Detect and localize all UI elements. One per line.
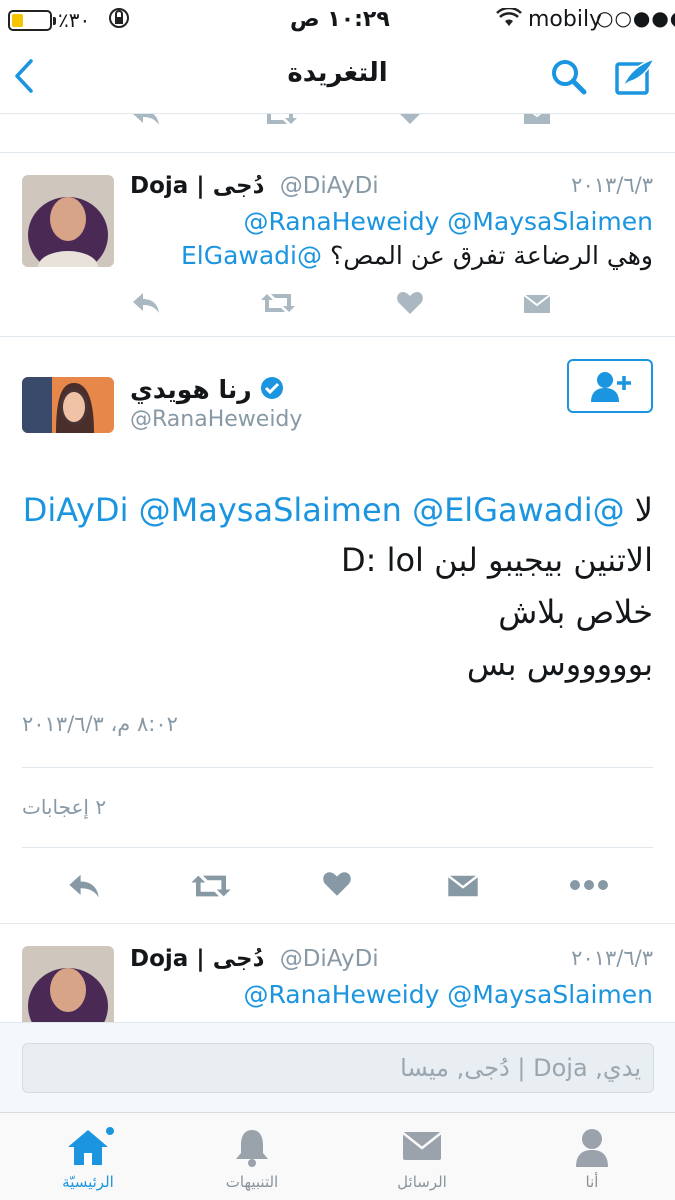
- tab-notifications[interactable]: التنبيهات: [192, 1113, 312, 1200]
- retweet-icon[interactable]: [190, 871, 232, 905]
- reply-icon[interactable]: [66, 871, 102, 905]
- battery-percent: ٪٣٠: [58, 8, 91, 32]
- home-icon: [64, 1127, 114, 1171]
- message-icon[interactable]: [522, 293, 552, 319]
- tab-label: التنبيهات: [225, 1173, 279, 1191]
- tweet-mentions[interactable]: @RanaHeweidy @MaysaSlaimen: [243, 207, 653, 236]
- lock-rotation-icon: [108, 6, 130, 36]
- tab-me[interactable]: أنا: [532, 1113, 652, 1200]
- author-handle[interactable]: @DiAyDi: [280, 173, 379, 199]
- author-handle[interactable]: @RanaHeweidy: [130, 407, 302, 432]
- tweet-date: ٢٠١٣/٦/٣: [571, 173, 653, 197]
- carrier-name: mobily: [528, 7, 603, 32]
- previous-tweet-actions: [0, 114, 675, 132]
- tweet-timestamp: ٨:٠٢ م، ٢٠١٣/٦/٣: [22, 712, 178, 736]
- user-icon: [574, 1127, 610, 1171]
- more-options-icon[interactable]: [568, 877, 610, 896]
- reply-composer: [0, 1022, 675, 1112]
- tab-label: أنا: [585, 1173, 599, 1191]
- tweet-word: لا: [634, 491, 653, 529]
- retweet-icon[interactable]: [262, 114, 298, 132]
- wifi-icon: [496, 6, 522, 34]
- nav-bar: التغريدة: [0, 40, 675, 114]
- tweet-item[interactable]: Doja | دُجى @DiAyDi ٢٠١٣/٦/٣ @RanaHeweid…: [0, 924, 675, 1022]
- avatar[interactable]: [22, 377, 114, 433]
- verified-badge-icon: [260, 376, 284, 406]
- tab-label: الرسائل: [397, 1173, 447, 1191]
- add-user-icon: [589, 370, 635, 408]
- tweet-date: ٢٠١٣/٦/٣: [571, 946, 653, 970]
- search-icon[interactable]: [550, 58, 588, 100]
- avatar[interactable]: [22, 175, 114, 267]
- like-icon[interactable]: [396, 290, 424, 320]
- author-name[interactable]: Doja | دُجى: [130, 173, 264, 199]
- focused-tweet: رنا هويدي @RanaHeweidy لا @DiAyDi @Maysa…: [0, 337, 675, 923]
- tweet-text-line: بوووووس بس: [466, 645, 653, 683]
- battery-icon: [8, 10, 56, 31]
- follow-button[interactable]: [567, 359, 653, 413]
- retweet-icon[interactable]: [260, 290, 296, 320]
- tweet-mentions[interactable]: @RanaHeweidy @MaysaSlaimen: [243, 980, 653, 1009]
- message-icon[interactable]: [522, 114, 552, 130]
- signal-strength: ○○●●●: [596, 6, 675, 30]
- tab-label: الرئيسيّة: [62, 1173, 114, 1191]
- status-bar: ٪٣٠ ١٠:٢٩ ص mobily ○○●●●: [0, 0, 675, 40]
- tweet-text-line: الاتنين بيجيبو لبن D: lol: [340, 541, 653, 579]
- tweet-text-body: وهي الرضاعة تفرق عن المص؟: [329, 241, 653, 270]
- author-handle[interactable]: @DiAyDi: [280, 946, 379, 972]
- likes-count[interactable]: ٢ إعجابات: [22, 795, 106, 819]
- author-name-row[interactable]: رنا هويدي: [130, 375, 284, 406]
- envelope-icon: [402, 1131, 442, 1165]
- author-name[interactable]: رنا هويدي: [130, 375, 252, 404]
- like-icon[interactable]: [322, 870, 352, 902]
- tweet-text-line: خلاص بلاش: [498, 593, 653, 631]
- tab-messages[interactable]: الرسائل: [362, 1113, 482, 1200]
- bell-icon: [234, 1127, 270, 1171]
- tweet-text-line: لا @DiAyDi @MaysaSlaimen @ElGawadi: [23, 491, 653, 529]
- tab-bar: الرئيسيّة التنبيهات الرسائل أنا: [0, 1112, 675, 1200]
- tab-home[interactable]: الرئيسيّة: [28, 1113, 148, 1200]
- compose-tweet-icon[interactable]: [614, 56, 658, 100]
- tweet-mention[interactable]: @ElGawadi: [181, 241, 322, 270]
- clock: ١٠:٢٩ ص: [290, 7, 390, 32]
- reply-icon[interactable]: [130, 114, 162, 132]
- avatar[interactable]: [22, 946, 114, 1022]
- reply-input[interactable]: [22, 1043, 654, 1093]
- message-icon[interactable]: [446, 873, 480, 903]
- reply-icon[interactable]: [130, 290, 162, 320]
- author-name[interactable]: Doja | دُجى: [130, 946, 264, 972]
- tweet-item[interactable]: Doja | دُجى @DiAyDi ٢٠١٣/٦/٣ @RanaHeweid…: [0, 153, 675, 335]
- tweet-text: وهي الرضاعة تفرق عن المص؟ @ElGawadi: [181, 241, 653, 270]
- like-icon[interactable]: [396, 114, 424, 130]
- tweet-mentions[interactable]: @DiAyDi @MaysaSlaimen @ElGawadi: [23, 491, 625, 529]
